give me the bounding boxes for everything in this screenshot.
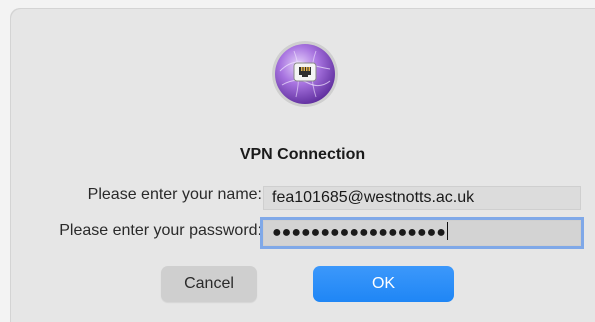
password-field-value: ●●●●●●●●●●●●●●●●●●: [272, 224, 446, 241]
name-field[interactable]: fea101685@westnotts.ac.uk: [263, 186, 581, 210]
password-field[interactable]: ●●●●●●●●●●●●●●●●●●: [263, 220, 581, 246]
text-caret: [446, 222, 449, 240]
name-label: Please enter your name:: [87, 186, 262, 203]
dialog-title: VPN Connection: [239, 146, 366, 163]
ok-button[interactable]: OK: [313, 266, 454, 302]
name-field-value: fea101685@westnotts.ac.uk: [272, 189, 475, 206]
vpn-dialog: VPN Connection Please enter your name: f…: [10, 8, 595, 322]
cancel-button[interactable]: Cancel: [161, 266, 257, 302]
network-port-icon: [272, 41, 338, 107]
password-label: Please enter your password:: [59, 222, 262, 239]
